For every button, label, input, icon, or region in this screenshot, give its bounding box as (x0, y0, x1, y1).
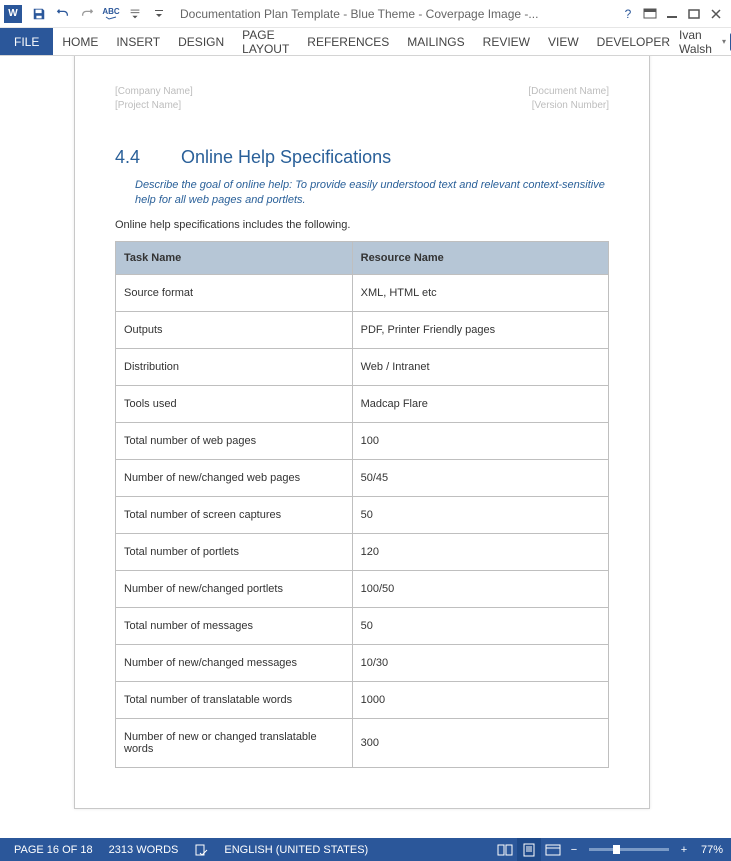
read-mode-icon[interactable] (493, 838, 517, 861)
section-heading: 4.4 Online Help Specifications (115, 147, 609, 168)
quick-access-toolbar: W ABC (4, 3, 170, 25)
maximize-icon[interactable] (683, 3, 705, 25)
status-page[interactable]: PAGE 16 OF 18 (6, 844, 101, 856)
header-project: [Project Name] (115, 99, 193, 113)
tab-design[interactable]: DESIGN (169, 28, 233, 55)
table-row: Total number of portlets120 (116, 533, 609, 570)
window-title: Documentation Plan Template - Blue Theme… (170, 7, 617, 21)
cell-resource: XML, HTML etc (352, 274, 608, 311)
table-row: Total number of messages50 (116, 607, 609, 644)
file-tab[interactable]: FILE (0, 28, 53, 55)
user-name: Ivan Walsh (679, 28, 718, 56)
table-row: Tools usedMadcap Flare (116, 385, 609, 422)
table-row: Total number of web pages100 (116, 422, 609, 459)
cell-task: Number of new/changed portlets (116, 570, 353, 607)
cell-task: Total number of portlets (116, 533, 353, 570)
status-words[interactable]: 2313 WORDS (101, 844, 187, 856)
table-row: Number of new/changed messages10/30 (116, 644, 609, 681)
table-row: Source formatXML, HTML etc (116, 274, 609, 311)
page-header: [Company Name] [Project Name] [Document … (115, 85, 609, 113)
redo-icon[interactable] (76, 3, 98, 25)
cell-resource: Web / Intranet (352, 348, 608, 385)
tab-references[interactable]: REFERENCES (298, 28, 398, 55)
undo-icon[interactable] (52, 3, 74, 25)
status-proofing-icon[interactable] (186, 843, 216, 857)
qat-dropdown-icon[interactable] (148, 3, 170, 25)
table-row: Total number of translatable words1000 (116, 681, 609, 718)
ribbon-tabs: FILE HOMEINSERTDESIGNPAGE LAYOUTREFERENC… (0, 28, 731, 56)
tab-review[interactable]: REVIEW (474, 28, 539, 55)
cell-task: Tools used (116, 385, 353, 422)
ribbon-display-icon[interactable] (639, 3, 661, 25)
table-row: Number of new or changed translatable wo… (116, 718, 609, 767)
web-layout-icon[interactable] (541, 838, 565, 861)
cell-task: Number of new/changed messages (116, 644, 353, 681)
section-intro: Online help specifications includes the … (115, 219, 609, 231)
table-row: DistributionWeb / Intranet (116, 348, 609, 385)
specifications-table: Task Name Resource Name Source formatXML… (115, 241, 609, 768)
cell-resource: 120 (352, 533, 608, 570)
table-header-resource: Resource Name (352, 241, 608, 274)
title-bar: W ABC Documentation Plan Template - Blue… (0, 0, 731, 28)
table-row: OutputsPDF, Printer Friendly pages (116, 311, 609, 348)
customize-qat-icon[interactable] (124, 3, 146, 25)
tab-mailings[interactable]: MAILINGS (398, 28, 473, 55)
tab-view[interactable]: VIEW (539, 28, 588, 55)
section-number: 4.4 (115, 147, 151, 168)
tab-insert[interactable]: INSERT (107, 28, 169, 55)
close-icon[interactable] (705, 3, 727, 25)
cell-task: Source format (116, 274, 353, 311)
page[interactable]: [Company Name] [Project Name] [Document … (74, 56, 650, 809)
cell-task: Number of new or changed translatable wo… (116, 718, 353, 767)
cell-resource: Madcap Flare (352, 385, 608, 422)
zoom-slider[interactable] (589, 848, 669, 851)
word-app-icon[interactable]: W (4, 5, 22, 23)
table-row: Number of new/changed web pages50/45 (116, 459, 609, 496)
status-bar: PAGE 16 OF 18 2313 WORDS ENGLISH (UNITED… (0, 838, 731, 861)
cell-resource: 50/45 (352, 459, 608, 496)
table-row: Number of new/changed portlets100/50 (116, 570, 609, 607)
cell-resource: PDF, Printer Friendly pages (352, 311, 608, 348)
cell-resource: 100 (352, 422, 608, 459)
header-company: [Company Name] (115, 85, 193, 99)
cell-resource: 100/50 (352, 570, 608, 607)
zoom-slider-thumb[interactable] (613, 845, 620, 854)
cell-resource: 1000 (352, 681, 608, 718)
section-description: Describe the goal of online help: To pro… (135, 178, 609, 209)
print-layout-icon[interactable] (517, 838, 541, 861)
cell-resource: 10/30 (352, 644, 608, 681)
help-icon[interactable]: ? (617, 3, 639, 25)
document-area[interactable]: [Company Name] [Project Name] [Document … (0, 56, 731, 838)
cell-task: Total number of messages (116, 607, 353, 644)
cell-task: Number of new/changed web pages (116, 459, 353, 496)
cell-resource: 300 (352, 718, 608, 767)
cell-resource: 50 (352, 607, 608, 644)
minimize-icon[interactable] (661, 3, 683, 25)
zoom-in-icon[interactable]: + (675, 838, 693, 861)
user-account[interactable]: Ivan Walsh ▾ K (679, 28, 731, 55)
zoom-out-icon[interactable]: − (565, 838, 583, 861)
window-controls: ? (617, 3, 727, 25)
tab-page-layout[interactable]: PAGE LAYOUT (233, 28, 298, 55)
save-icon[interactable] (28, 3, 50, 25)
section-title: Online Help Specifications (181, 147, 391, 168)
cell-task: Distribution (116, 348, 353, 385)
table-row: Total number of screen captures50 (116, 496, 609, 533)
tab-home[interactable]: HOME (53, 28, 107, 55)
cell-task: Total number of screen captures (116, 496, 353, 533)
header-document: [Document Name] (528, 85, 609, 99)
status-language[interactable]: ENGLISH (UNITED STATES) (216, 844, 376, 856)
tab-developer[interactable]: DEVELOPER (588, 28, 679, 55)
user-dropdown-icon: ▾ (722, 37, 726, 46)
cell-resource: 50 (352, 496, 608, 533)
cell-task: Total number of translatable words (116, 681, 353, 718)
cell-task: Total number of web pages (116, 422, 353, 459)
cell-task: Outputs (116, 311, 353, 348)
header-version: [Version Number] (528, 99, 609, 113)
table-header-task: Task Name (116, 241, 353, 274)
spellcheck-icon[interactable]: ABC (100, 3, 122, 25)
zoom-level[interactable]: 77% (693, 844, 725, 856)
